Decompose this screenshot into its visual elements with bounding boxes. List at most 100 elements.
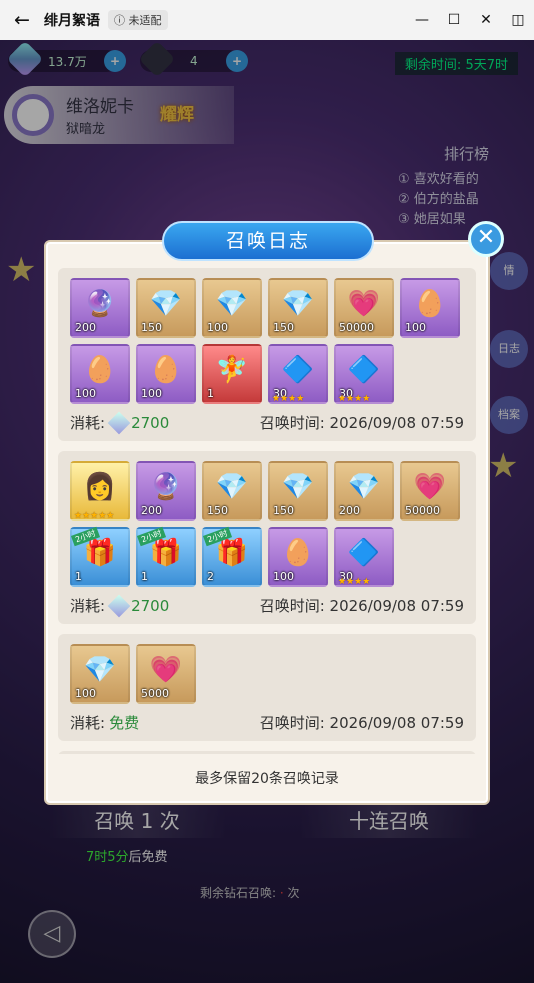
reward-item[interactable]: 🔷 30 ★★★★ [268,344,328,404]
record-items: 👩 ★★★★★ 🔮 200 💎 150 💎 150 💎 200 💗 50000 🎁 2小时 1 🎁 2小时 1 🎁 2… [70,461,470,593]
reward-item[interactable]: 💎 100 [70,644,130,704]
reward-icon: 🥚 [149,355,183,385]
close-icon[interactable]: ✕ [470,12,502,28]
reward-icon: 🔷 [347,538,381,568]
window-controls: — ☐ ✕ ◫ [406,12,534,28]
dialog-title: 召唤日志 [162,221,374,261]
reward-qty: 100 [273,570,294,583]
compat-badge: ⓘ 未适配 [108,10,168,30]
reward-icon: 💗 [149,655,183,685]
summon-record: 👩 ★★★★★ 🔮 200 💎 150 💎 150 💎 200 💗 50000 🎁 2小时 1 🎁 2小时 1 🎁 2… [58,451,476,624]
crystal-icon [107,594,131,617]
reward-stars: ★★★★★ [74,511,115,521]
reward-item[interactable]: 💎 150 [202,461,262,521]
reward-item[interactable]: 🥚 100 [70,344,130,404]
reward-item[interactable]: 🔷 30 ★★★★ [334,344,394,404]
summon-time: 召唤时间: 2026/09/08 07:59 [259,414,464,432]
record-footer: 消耗: 2700 召唤时间: 2026/09/08 07:59 [70,411,464,434]
cost-value: 2700 [131,413,170,432]
reward-item[interactable]: 💗 50000 [334,278,394,338]
reward-item[interactable]: 💗 50000 [400,461,460,521]
reward-item[interactable]: 🎁 2小时 1 [136,526,196,587]
reward-icon: 👩 [83,472,117,502]
cost-value: 2700 [131,596,170,615]
reward-icon: 🔮 [83,289,117,319]
reward-item[interactable]: 🥚 100 [136,344,196,404]
reward-icon: 💗 [347,289,381,319]
reward-qty: 100 [405,321,426,334]
reward-icon: 🥚 [413,289,447,319]
back-arrow-icon[interactable]: ← [0,9,44,31]
reward-icon: 🔷 [347,355,381,385]
summon-time: 召唤时间: 2026/09/08 07:59 [259,597,464,615]
reward-item[interactable]: 🥚 100 [400,278,460,338]
reward-qty: 150 [273,504,294,517]
record-footer: 消耗: 2700 召唤时间: 2026/09/08 07:59 [70,594,464,617]
maximize-icon[interactable]: ☐ [438,12,470,28]
reward-item[interactable]: 💎 150 [136,278,196,338]
reward-item[interactable]: 🔮 200 [136,461,196,521]
reward-icon: 💎 [83,655,117,685]
record-items: 💎 100 💗 5000 [70,644,470,710]
reward-qty: 150 [273,321,294,334]
reward-item[interactable]: 💎 150 [268,278,328,338]
reward-icon: 🔮 [149,472,183,502]
reward-icon: 💎 [347,472,381,502]
reward-qty: 150 [141,321,162,334]
window-title: 绯月絮语 [44,13,100,29]
reward-item[interactable]: 🎁 2小时 2 [202,526,262,587]
window-titlebar: ← 绯月絮语 ⓘ 未适配 — ☐ ✕ ◫ [0,0,534,40]
crystal-icon [107,411,131,434]
reward-icon: 🥚 [83,355,117,385]
cost-value: 免费 [109,714,140,732]
record-items: 🔮 200 💎 150 💎 100 💎 150 💗 50000 🥚 100 🥚 100 🥚 100 🧚 1 🔷 30 ★… [70,278,470,410]
reward-icon: 💗 [413,472,447,502]
reward-icon: 💎 [149,289,183,319]
reward-icon: 🧚 [215,355,249,385]
summon-record: 🔮 200 💎 150 💎 100 💎 150 💗 50000 🥚 100 🥚 100 🥚 100 🧚 1 🔷 30 ★… [58,268,476,441]
summon-record: 👧💎💎💎💎💎 [58,751,476,754]
sidebar-icon[interactable]: ◫ [502,12,534,28]
reward-qty: 150 [207,504,228,517]
reward-item[interactable]: 🎁 2小时 1 [70,526,130,587]
reward-item[interactable]: 💗 5000 [136,644,196,704]
reward-icon: 🥚 [281,538,315,568]
reward-stars: ★★★★ [338,394,371,404]
compat-badge-label: 未适配 [128,14,162,27]
cost-label: 消耗: [70,714,106,732]
record-footer: 消耗: 免费 召唤时间: 2026/09/08 07:59 [70,712,464,733]
reward-stars: ★★★★ [338,577,371,587]
summon-time: 召唤时间: 2026/09/08 07:59 [259,714,464,732]
cost-label: 消耗: [70,414,106,432]
record-list[interactable]: 🔮 200 💎 150 💎 100 💎 150 💗 50000 🥚 100 🥚 100 🥚 100 🧚 1 🔷 30 ★… [58,268,476,754]
dialog-close-icon[interactable]: ✕ [468,221,504,257]
reward-qty: 5000 [141,687,169,700]
reward-item[interactable]: 💎 200 [334,461,394,521]
reward-qty: 2 [207,570,214,583]
reward-qty: 100 [75,687,96,700]
reward-item[interactable]: 💎 100 [202,278,262,338]
reward-qty: 1 [75,570,82,583]
minimize-icon[interactable]: — [406,12,438,28]
reward-qty: 1 [207,387,214,400]
reward-item[interactable]: 🔷 30 ★★★★ [334,527,394,587]
reward-icon: 💎 [281,289,315,319]
reward-item[interactable]: 🧚 1 [202,344,262,404]
reward-item[interactable]: 👩 ★★★★★ [70,461,130,521]
reward-icon: 💎 [281,472,315,502]
reward-item[interactable]: 🥚 100 [268,527,328,587]
reward-qty: 200 [339,504,360,517]
reward-icon: 🔷 [281,355,315,385]
reward-qty: 200 [141,504,162,517]
reward-icon: 💎 [215,472,249,502]
summon-record: 💎 100 💗 5000 消耗: 免费 召唤时间: 2026/09/08 07:59 [58,634,476,741]
reward-stars: ★★★★ [272,394,305,404]
reward-qty: 100 [207,321,228,334]
reward-qty: 1 [141,570,148,583]
cost-label: 消耗: [70,597,106,615]
reward-qty: 200 [75,321,96,334]
reward-item[interactable]: 💎 150 [268,461,328,521]
reward-icon: 💎 [215,289,249,319]
reward-item[interactable]: 🔮 200 [70,278,130,338]
reward-qty: 50000 [339,321,374,334]
